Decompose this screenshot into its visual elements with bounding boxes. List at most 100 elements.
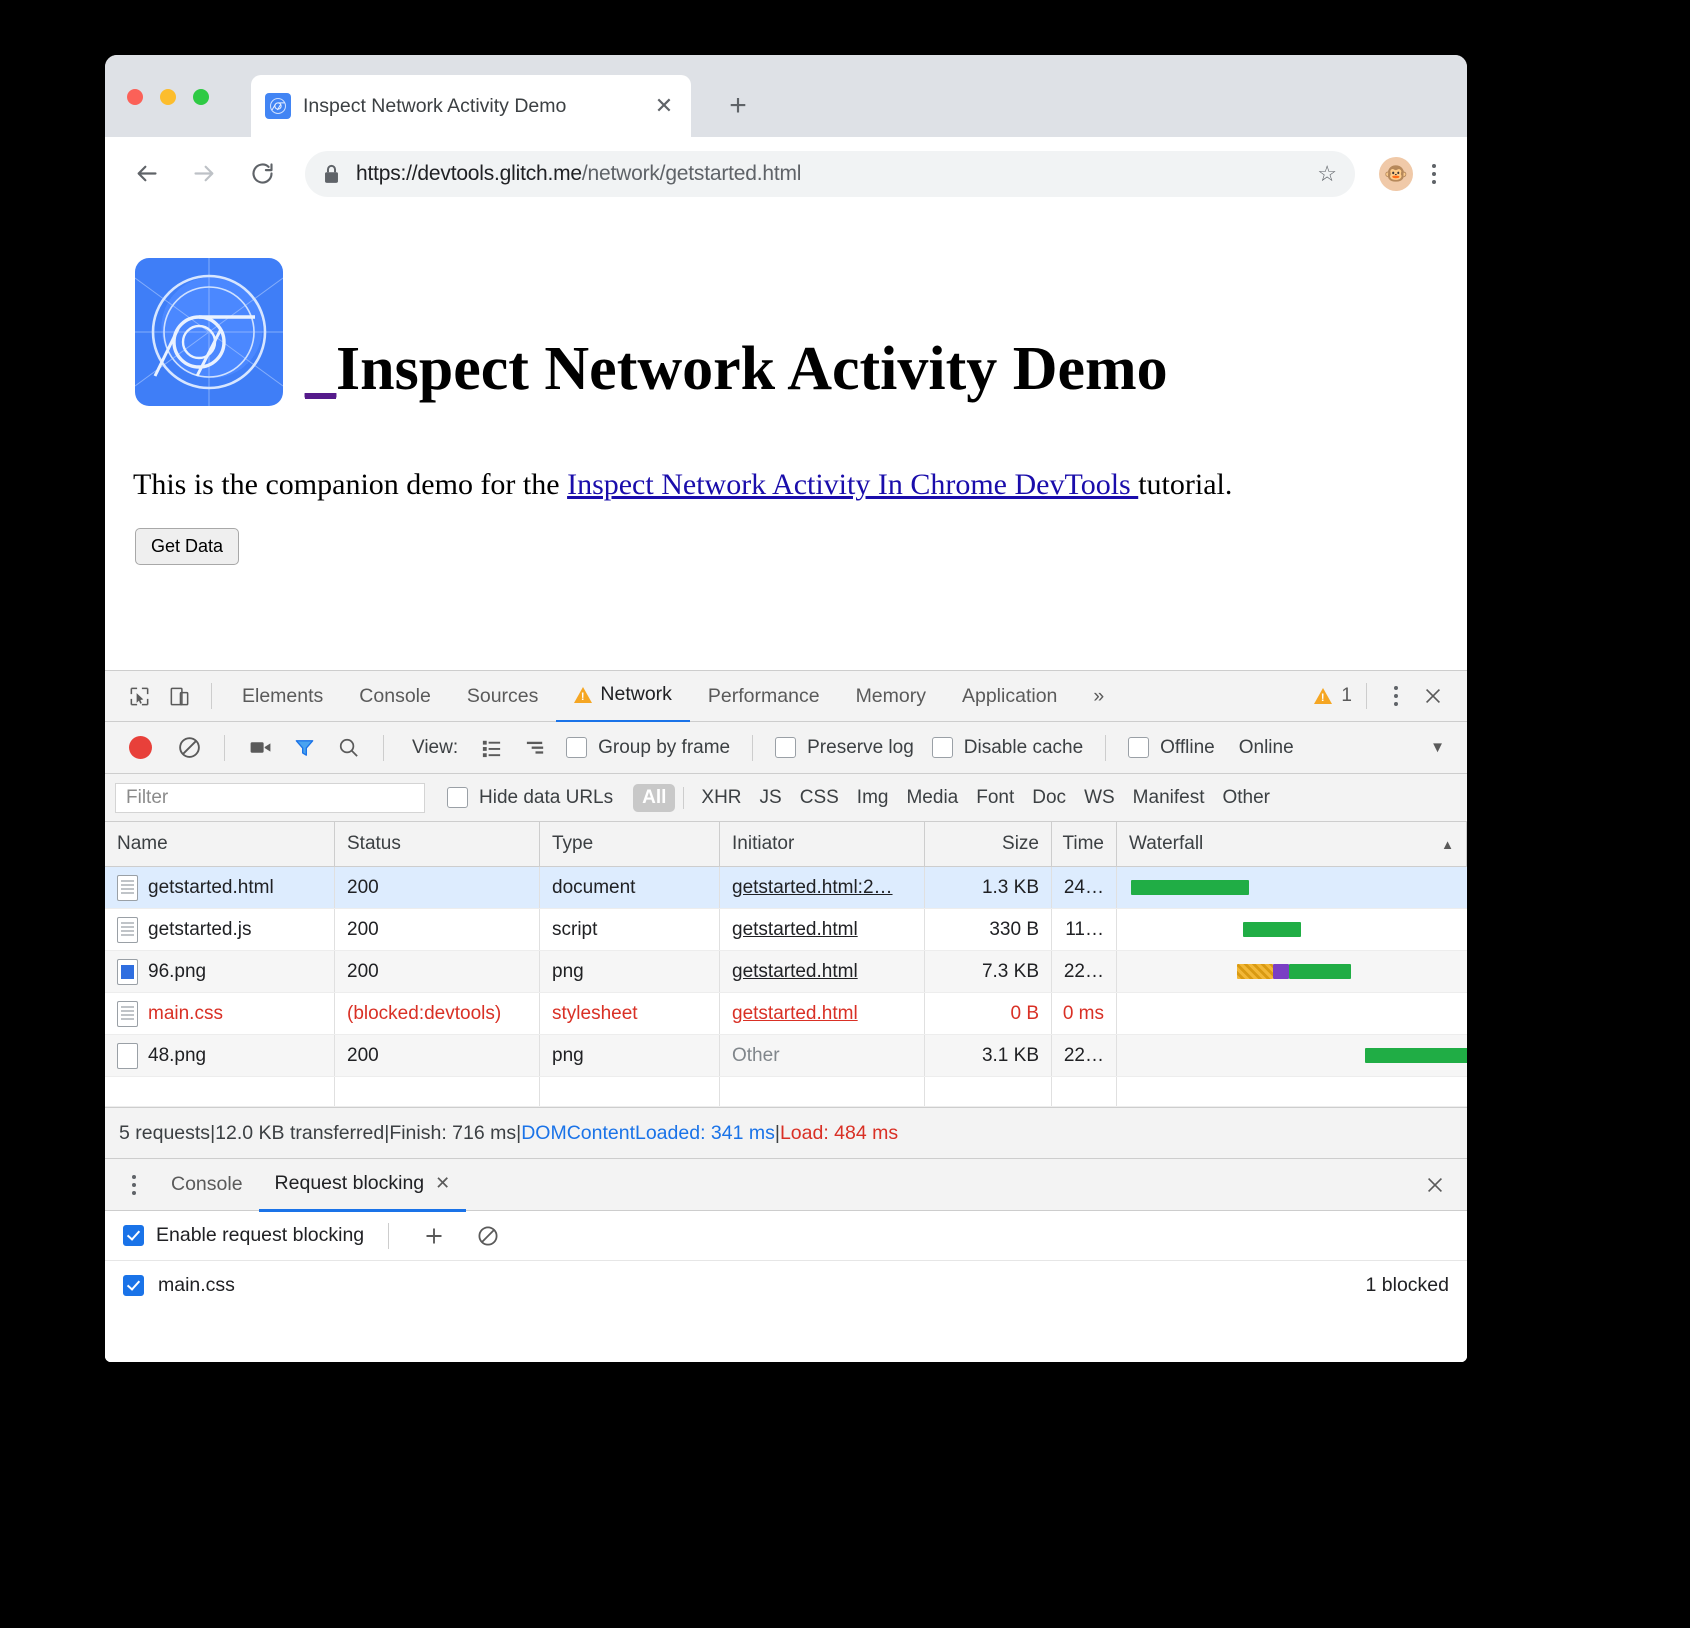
tutorial-link[interactable]: Inspect Network Activity In Chrome DevTo… (567, 468, 1138, 501)
close-devtools-icon[interactable] (1413, 678, 1453, 714)
profile-avatar[interactable]: 🐵 (1379, 156, 1413, 191)
camera-icon[interactable] (239, 731, 281, 765)
offline-checkbox[interactable]: Offline (1128, 737, 1215, 759)
group-by-frame-checkbox[interactable]: Group by frame (566, 737, 730, 759)
search-icon[interactable] (327, 731, 369, 765)
disable-cache-checkbox[interactable]: Disable cache (931, 737, 1083, 759)
chevron-down-icon[interactable]: ▼ (1430, 739, 1453, 756)
maximize-window-button[interactable] (193, 89, 209, 105)
column-header-waterfall[interactable]: Waterfall ▲ (1117, 822, 1467, 866)
column-header-name[interactable]: Name (105, 822, 335, 866)
filter-type-img[interactable]: Img (848, 784, 898, 812)
request-time-cell: 0 ms (1052, 993, 1117, 1034)
table-row[interactable]: getstarted.js 200 script getstarted.html… (105, 909, 1467, 951)
enable-request-blocking-checkbox[interactable] (123, 1225, 144, 1246)
more-tabs-button[interactable]: » (1075, 671, 1122, 721)
table-row[interactable]: 48.png 200 png Other 3.1 KB 22… (105, 1035, 1467, 1077)
close-drawer-icon[interactable] (1415, 1167, 1455, 1203)
filter-type-ws[interactable]: WS (1075, 784, 1124, 812)
list-view-icon[interactable] (470, 731, 512, 765)
column-header-size[interactable]: Size (925, 822, 1052, 866)
waterfall-view-icon[interactable] (514, 731, 556, 765)
column-header-status[interactable]: Status (335, 822, 540, 866)
drawer-tab-request-blocking[interactable]: Request blocking ✕ (258, 1158, 467, 1212)
tab-network[interactable]: Network (556, 670, 690, 723)
filter-type-font[interactable]: Font (967, 784, 1023, 812)
minimize-window-button[interactable] (160, 89, 176, 105)
record-button[interactable] (129, 736, 152, 759)
remove-all-patterns-button[interactable] (467, 1219, 509, 1253)
devtools-settings-kebab-icon[interactable] (1381, 686, 1411, 706)
browser-menu-button[interactable] (1419, 163, 1449, 184)
initiator-link[interactable]: getstarted.html:2… (732, 877, 893, 899)
filter-type-other[interactable]: Other (1213, 784, 1279, 812)
device-toolbar-icon[interactable] (159, 678, 199, 714)
filter-type-css[interactable]: CSS (791, 784, 848, 812)
checkbox-box[interactable] (775, 737, 797, 758)
request-name-cell[interactable]: getstarted.html (105, 867, 335, 908)
back-button[interactable] (123, 151, 169, 197)
filter-input[interactable]: Filter (115, 782, 425, 813)
divider (224, 734, 225, 761)
filter-type-media[interactable]: Media (897, 784, 967, 812)
filter-type-manifest[interactable]: Manifest (1124, 784, 1214, 812)
table-row[interactable]: getstarted.html 200 document getstarted.… (105, 867, 1467, 909)
tab-performance[interactable]: Performance (690, 671, 838, 721)
empty-cell (1117, 1077, 1467, 1106)
close-drawer-tab-icon[interactable]: ✕ (435, 1173, 450, 1194)
list-item[interactable]: main.css 1 blocked (105, 1261, 1467, 1309)
filter-type-js[interactable]: JS (751, 784, 791, 812)
column-header-type[interactable]: Type (540, 822, 720, 866)
filter-funnel-icon[interactable] (283, 731, 325, 765)
table-row[interactable]: 96.png 200 png getstarted.html 7.3 KB 22… (105, 951, 1467, 993)
bookmark-star-icon[interactable]: ☆ (1317, 161, 1337, 187)
tab-sources[interactable]: Sources (449, 671, 557, 721)
get-data-button[interactable]: Get Data (135, 528, 240, 565)
initiator-link[interactable]: getstarted.html (732, 961, 858, 983)
filter-type-xhr[interactable]: XHR (692, 784, 750, 812)
initiator-link[interactable]: getstarted.html (732, 1003, 858, 1025)
checkbox-box[interactable] (566, 737, 588, 758)
forward-button[interactable] (181, 151, 227, 197)
request-initiator-cell[interactable]: getstarted.html (720, 993, 925, 1034)
tab-console[interactable]: Console (341, 671, 449, 721)
column-header-initiator[interactable]: Initiator (720, 822, 925, 866)
checkbox-box[interactable] (1128, 737, 1150, 758)
drawer-kebab-icon[interactable] (119, 1174, 149, 1195)
filter-type-all[interactable]: All (633, 783, 676, 812)
inspect-element-icon[interactable] (119, 678, 159, 714)
tab-application[interactable]: Application (944, 671, 1075, 721)
sort-ascending-icon[interactable]: ▲ (1441, 837, 1454, 852)
request-name-cell[interactable]: 96.png (105, 951, 335, 992)
hide-data-urls-checkbox[interactable]: Hide data URLs (447, 787, 613, 809)
close-window-button[interactable] (127, 89, 143, 105)
address-bar[interactable]: https://devtools.glitch.me/network/getst… (305, 150, 1355, 197)
initiator-link[interactable]: getstarted.html (732, 919, 858, 941)
browser-tab[interactable]: Inspect Network Activity Demo ✕ (251, 75, 691, 137)
request-initiator-cell[interactable]: getstarted.html (720, 909, 925, 950)
preserve-log-checkbox[interactable]: Preserve log (775, 737, 914, 759)
reload-button[interactable] (239, 151, 285, 197)
checkbox-box[interactable] (931, 737, 953, 758)
page-title-anchor[interactable]: _ (305, 335, 336, 403)
tab-elements[interactable]: Elements (224, 671, 341, 721)
column-header-time[interactable]: Time (1052, 822, 1117, 866)
new-tab-button[interactable]: + (717, 85, 759, 127)
tab-memory[interactable]: Memory (838, 671, 944, 721)
pattern-enabled-checkbox[interactable] (123, 1274, 144, 1296)
close-tab-button[interactable]: ✕ (651, 93, 677, 119)
checkbox-box[interactable] (447, 787, 468, 808)
clear-button[interactable] (168, 731, 210, 765)
add-pattern-button[interactable] (413, 1219, 455, 1253)
throttling-select[interactable]: Online (1239, 737, 1294, 759)
request-name-cell[interactable]: 48.png (105, 1035, 335, 1076)
warning-count[interactable]: 1 (1341, 685, 1352, 707)
table-row[interactable]: main.css (blocked:devtools) stylesheet g… (105, 993, 1467, 1035)
request-initiator-cell[interactable]: getstarted.html (720, 951, 925, 992)
request-time-cell: 22… (1052, 1035, 1117, 1076)
request-name-cell[interactable]: getstarted.js (105, 909, 335, 950)
request-name-cell[interactable]: main.css (105, 993, 335, 1034)
drawer-tab-console[interactable]: Console (155, 1159, 259, 1210)
request-initiator-cell[interactable]: getstarted.html:2… (720, 867, 925, 908)
filter-type-doc[interactable]: Doc (1023, 784, 1075, 812)
